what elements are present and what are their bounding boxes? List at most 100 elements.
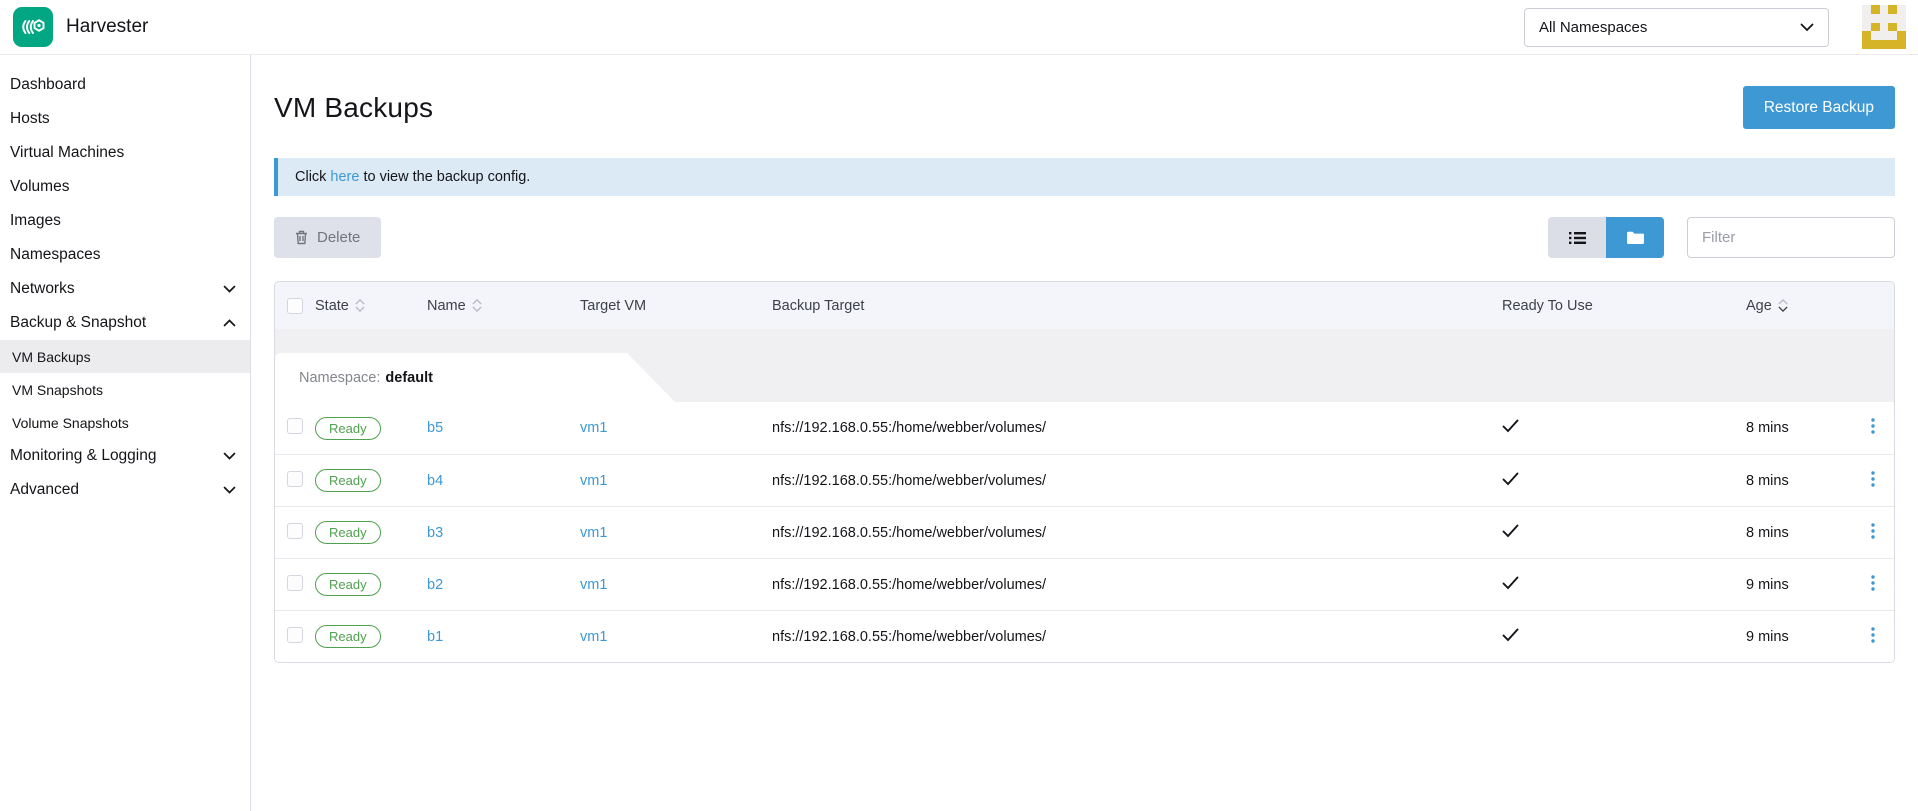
avatar-pixel — [1862, 5, 1871, 14]
sidebar-item-vm-backups[interactable]: VM Backups — [0, 340, 250, 373]
chevron-up-icon — [223, 314, 236, 332]
backup-target-cell: nfs://192.168.0.55:/home/webber/volumes/ — [772, 577, 1492, 593]
sidebar-item-images[interactable]: Images — [0, 204, 250, 238]
column-header-name[interactable]: Name — [427, 298, 580, 314]
column-header-label: Target VM — [580, 298, 646, 314]
select-all-checkbox[interactable] — [287, 298, 303, 314]
avatar-pixel — [1880, 23, 1889, 32]
namespace-select-value: All Namespaces — [1539, 19, 1647, 36]
avatar-pixel — [1862, 31, 1871, 40]
column-header-label: Backup Target — [772, 298, 864, 314]
row-actions-button[interactable] — [1852, 523, 1894, 543]
sidebar-item-label: Networks — [10, 280, 223, 298]
main-content: VM Backups Restore Backup Click here to … — [251, 55, 1918, 811]
backup-target-cell: nfs://192.168.0.55:/home/webber/volumes/ — [772, 420, 1492, 436]
grouped-view-folder-icon — [1627, 231, 1644, 245]
backup-name-link[interactable]: b5 — [427, 420, 443, 436]
sidebar-item-volume-snapshots[interactable]: Volume Snapshots — [0, 406, 250, 439]
age-cell: 8 mins — [1736, 525, 1852, 541]
top-bar: Harvester All Namespaces — [0, 0, 1918, 55]
kebab-menu-icon — [1871, 523, 1875, 543]
restore-backup-button[interactable]: Restore Backup — [1743, 86, 1895, 129]
status-badge: Ready — [315, 573, 381, 596]
sidebar-item-dashboard[interactable]: Dashboard — [0, 68, 250, 102]
filter-input[interactable] — [1687, 217, 1895, 258]
status-badge: Ready — [315, 521, 381, 544]
row-actions-button[interactable] — [1852, 418, 1894, 438]
sort-icon[interactable] — [472, 299, 482, 312]
status-badge: Ready — [315, 625, 381, 648]
list-view-button[interactable] — [1548, 217, 1606, 258]
checkmark-icon — [1502, 630, 1519, 646]
avatar-pixel — [1888, 23, 1897, 32]
table-row: Ready b1 vm1 nfs://192.168.0.55:/home/we… — [275, 610, 1894, 662]
user-avatar[interactable] — [1862, 5, 1906, 49]
table-header-row: State Name Target VM Backup Target Ready… — [275, 282, 1894, 329]
column-header-age[interactable]: Age — [1736, 298, 1852, 314]
avatar-pixel — [1880, 40, 1889, 49]
sidebar-item-namespaces[interactable]: Namespaces — [0, 238, 250, 272]
avatar-pixel — [1897, 23, 1906, 32]
target-vm-link[interactable]: vm1 — [580, 473, 607, 489]
kebab-menu-icon — [1871, 627, 1875, 647]
info-banner: Click here to view the backup config. — [274, 158, 1895, 196]
sidebar-item-monitoring-logging[interactable]: Monitoring & Logging — [0, 439, 250, 473]
avatar-pixel — [1871, 5, 1880, 14]
avatar-pixel — [1862, 14, 1871, 23]
row-checkbox[interactable] — [287, 418, 303, 434]
chevron-down-icon — [223, 280, 236, 298]
avatar-pixel — [1897, 14, 1906, 23]
sort-icon[interactable] — [1778, 299, 1788, 312]
banner-here-link[interactable]: here — [330, 169, 359, 185]
row-actions-button[interactable] — [1852, 575, 1894, 595]
age-cell: 8 mins — [1736, 420, 1852, 436]
row-checkbox[interactable] — [287, 471, 303, 487]
avatar-pixel — [1897, 5, 1906, 14]
harvester-logo-icon[interactable] — [13, 7, 53, 47]
avatar-pixel — [1888, 14, 1897, 23]
target-vm-link[interactable]: vm1 — [580, 629, 607, 645]
grouped-view-button[interactable] — [1606, 217, 1664, 258]
table-row: Ready b3 vm1 nfs://192.168.0.55:/home/we… — [275, 506, 1894, 558]
sidebar-item-virtual-machines[interactable]: Virtual Machines — [0, 136, 250, 170]
sidebar-item-label: Backup & Snapshot — [10, 314, 223, 332]
ready-to-use-cell — [1492, 576, 1736, 594]
target-vm-link[interactable]: vm1 — [580, 525, 607, 541]
sidebar-item-advanced[interactable]: Advanced — [0, 473, 250, 507]
avatar-pixel — [1862, 40, 1871, 49]
group-label: Namespace: — [299, 370, 380, 386]
row-actions-button[interactable] — [1852, 471, 1894, 491]
target-vm-link[interactable]: vm1 — [580, 420, 607, 436]
sidebar-item-networks[interactable]: Networks — [0, 272, 250, 306]
trash-icon — [295, 230, 308, 245]
namespace-select[interactable]: All Namespaces — [1524, 8, 1829, 47]
backup-name-link[interactable]: b3 — [427, 525, 443, 541]
avatar-pixel — [1871, 14, 1880, 23]
avatar-pixel — [1897, 31, 1906, 40]
row-checkbox[interactable] — [287, 575, 303, 591]
sidebar-item-volumes[interactable]: Volumes — [0, 170, 250, 204]
row-actions-button[interactable] — [1852, 627, 1894, 647]
backup-name-link[interactable]: b2 — [427, 577, 443, 593]
row-checkbox[interactable] — [287, 627, 303, 643]
sidebar-item-vm-snapshots[interactable]: VM Snapshots — [0, 373, 250, 406]
namespace-group-tab: Namespace: default — [275, 353, 675, 402]
target-vm-link[interactable]: vm1 — [580, 577, 607, 593]
banner-text-suffix: to view the backup config. — [363, 169, 530, 185]
checkmark-icon — [1502, 578, 1519, 594]
table-row: Ready b5 vm1 nfs://192.168.0.55:/home/we… — [275, 402, 1894, 454]
delete-button[interactable]: Delete — [274, 217, 381, 258]
column-header-state[interactable]: State — [315, 298, 427, 314]
sort-icon[interactable] — [355, 299, 365, 312]
sidebar-item-hosts[interactable]: Hosts — [0, 102, 250, 136]
table-row: Ready b4 vm1 nfs://192.168.0.55:/home/we… — [275, 454, 1894, 506]
avatar-pixel — [1880, 31, 1889, 40]
row-checkbox[interactable] — [287, 523, 303, 539]
sidebar-item-backup-snapshot[interactable]: Backup & Snapshot — [0, 306, 250, 340]
table-body: Ready b5 vm1 nfs://192.168.0.55:/home/we… — [275, 402, 1894, 662]
sidebar-item-label: Namespaces — [10, 246, 236, 264]
kebab-menu-icon — [1871, 418, 1875, 438]
age-cell: 9 mins — [1736, 629, 1852, 645]
backup-name-link[interactable]: b4 — [427, 473, 443, 489]
backup-name-link[interactable]: b1 — [427, 629, 443, 645]
